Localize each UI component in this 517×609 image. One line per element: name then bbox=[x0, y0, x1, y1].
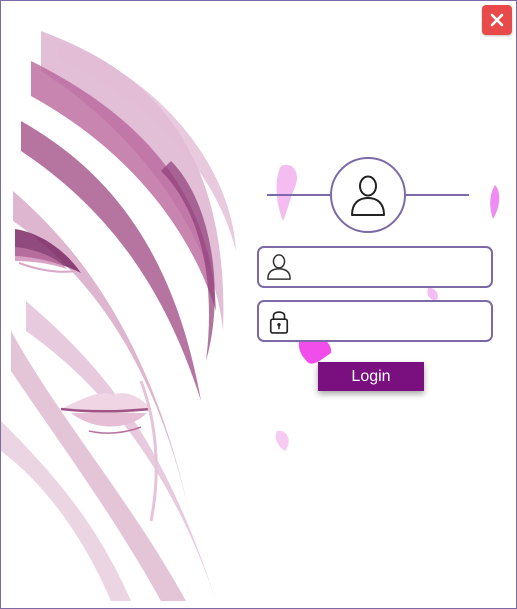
username-field[interactable] bbox=[257, 246, 493, 288]
user-icon bbox=[265, 252, 293, 282]
password-input[interactable] bbox=[297, 305, 483, 337]
lock-icon bbox=[265, 306, 293, 336]
login-window: Login bbox=[0, 0, 517, 609]
avatar-divider-right bbox=[403, 194, 469, 196]
username-input[interactable] bbox=[297, 251, 483, 283]
user-icon bbox=[351, 175, 385, 216]
avatar bbox=[330, 157, 406, 233]
avatar-divider-left bbox=[267, 194, 331, 196]
login-button[interactable]: Login bbox=[318, 362, 424, 391]
password-field[interactable] bbox=[257, 300, 493, 342]
close-icon bbox=[490, 13, 504, 27]
face-illustration bbox=[1, 31, 236, 601]
close-button[interactable] bbox=[482, 5, 512, 35]
